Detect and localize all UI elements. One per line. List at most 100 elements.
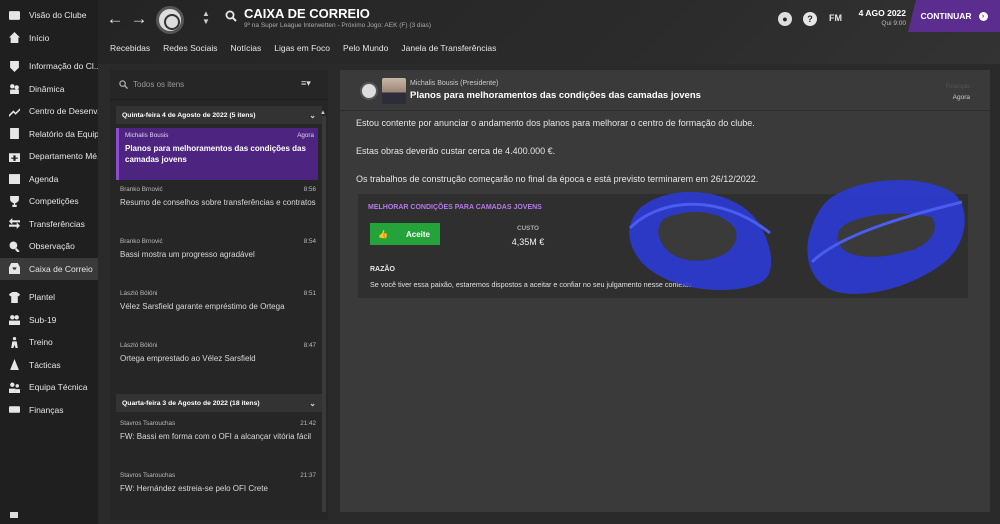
- date-group-header[interactable]: Quinta-feira 4 de Agosto de 2022 (5 iten…: [116, 106, 322, 124]
- sidebar-item-label: Início: [29, 32, 50, 43]
- tactics-icon: [8, 359, 20, 371]
- sidebar-item-u19[interactable]: Sub-19: [0, 309, 98, 332]
- sidebar-item-staff[interactable]: Equipa Técnica: [0, 376, 98, 399]
- message-paragraph: Estas obras deverão custar cerca de 4.40…: [356, 146, 556, 156]
- message-sender: Stavros Tsarouchas: [120, 420, 176, 427]
- card-title: MELHORAR CONDIÇÕES PARA CAMADAS JOVENS: [368, 204, 542, 211]
- message-time: 8:56: [303, 186, 316, 193]
- club-switch-chevron-icon[interactable]: ▲ ▼: [202, 10, 210, 26]
- page-title: CAIXA DE CORREIO: [244, 6, 370, 21]
- dynamics-icon: [8, 83, 20, 95]
- accept-button[interactable]: 👍 Aceite: [370, 223, 440, 245]
- end-date-column: DATA DE CONCLUSÃO 26/12/2022: [816, 225, 936, 247]
- list-item[interactable]: Branko Brnović 8:56 Resumo de conselhos …: [118, 182, 320, 234]
- end-date-value: 26/12/2022: [853, 237, 899, 247]
- club-badge-icon[interactable]: [156, 6, 184, 34]
- list-item[interactable]: Stavros Tsarouchas 21:42 FW: Bassi em fo…: [118, 416, 320, 468]
- message-subject-title: Planos para melhoramentos das condições …: [410, 90, 701, 101]
- inbox-search[interactable]: Todos os itens: [110, 70, 328, 100]
- sidebar-item-label: Relatório da Equipa: [29, 128, 98, 139]
- message-sender: Branko Brnović: [120, 238, 163, 245]
- thumbs-up-icon: 👍: [378, 229, 388, 239]
- sidebar-collapse-icon[interactable]: [10, 512, 18, 518]
- sidebar-item-club-overview[interactable]: Visão do Clube: [0, 4, 98, 27]
- list-item[interactable]: László Bölöni 8:51 Vélez Sarsfield garan…: [118, 286, 320, 338]
- club-info-icon: [8, 60, 20, 72]
- sidebar-item-development[interactable]: Centro de Desenv...: [0, 100, 98, 123]
- back-arrow-icon[interactable]: ←: [106, 10, 124, 28]
- sidebar-item-home[interactable]: Início: [0, 27, 98, 50]
- proposal-card: MELHORAR CONDIÇÕES PARA CAMADAS JOVENS 👍…: [358, 194, 968, 298]
- filter-menu-icon[interactable]: ≡▾: [301, 78, 311, 89]
- staff-icon: [8, 381, 20, 393]
- list-item[interactable]: László Bölöni 8:47 Ortega emprestado ao …: [118, 338, 320, 388]
- message-subject: Ortega emprestado ao Vélez Sarsfield: [120, 354, 256, 363]
- search-icon: [119, 80, 128, 89]
- message-subject: FW: Bassi em forma com o OFI a alcançar …: [120, 432, 312, 441]
- sidebar-item-medical[interactable]: Departamento Mé...: [0, 145, 98, 168]
- sidebar-item-club-info[interactable]: Informação do Cl...: [0, 55, 98, 78]
- tab-around-the-world[interactable]: Pelo Mundo: [343, 43, 388, 53]
- sidebar-item-dynamics[interactable]: Dinâmica: [0, 78, 98, 101]
- sidebar-item-transfers[interactable]: Transferências: [0, 213, 98, 236]
- continue-label: CONTINUAR: [920, 11, 972, 21]
- sidebar-item-label: Agenda: [29, 173, 59, 184]
- sidebar-item-inbox[interactable]: Caixa de Correio: [0, 257, 98, 280]
- sidebar-item-label: Dinâmica: [29, 83, 65, 94]
- tab-received[interactable]: Recebidas: [110, 43, 150, 53]
- date-group-header[interactable]: Quarta-feira 3 de Agosto de 2022 (18 ite…: [116, 394, 322, 412]
- sidebar-item-label: Treino: [29, 337, 53, 348]
- tab-leagues-in-focus[interactable]: Ligas em Foco: [274, 43, 330, 53]
- message-time: 8:51: [303, 290, 316, 297]
- message-sender: Stavros Tsarouchas: [120, 472, 176, 479]
- home-icon: [8, 32, 20, 44]
- tab-transfer-window[interactable]: Janela de Transferências: [401, 43, 496, 53]
- sender-avatar[interactable]: [382, 78, 406, 104]
- sidebar-item-tactics[interactable]: Tácticas: [0, 354, 98, 377]
- message-sender: Michalis Bousis: [125, 132, 169, 139]
- group-title: Quinta-feira 4 de Agosto de 2022 (5 iten…: [122, 111, 256, 119]
- training-icon: [8, 336, 20, 348]
- message-subject: Planos para melhoramentos das condições …: [125, 144, 306, 164]
- list-item[interactable]: Stavros Tsarouchas 21:37 FW: Hernández e…: [118, 468, 320, 508]
- list-item[interactable]: Branko Brnović 8:54 Bassi mostra um prog…: [118, 234, 320, 286]
- sidebar-item-label: Departamento Mé...: [29, 151, 98, 162]
- sidebar-item-label: Competições: [29, 196, 79, 207]
- page-subtitle: 9º na Super League Interwetten - Próximo…: [244, 22, 431, 29]
- tab-social-media[interactable]: Redes Sociais: [163, 43, 217, 53]
- search-icon[interactable]: [225, 10, 237, 22]
- sidebar-item-scouting[interactable]: Observação: [0, 235, 98, 258]
- sidebar-item-label: Sub-19: [29, 314, 57, 325]
- sidebar-item-training[interactable]: Treino: [0, 331, 98, 354]
- sidebar-item-finances[interactable]: Finanças: [0, 399, 98, 422]
- continue-button[interactable]: CONTINUAR ›: [908, 0, 1000, 32]
- cost-value: 4,35M €: [511, 237, 545, 247]
- message-category: Finanças: [945, 84, 970, 90]
- manager-icon[interactable]: ●: [778, 12, 792, 26]
- finances-icon: [8, 404, 20, 416]
- report-icon: [8, 128, 20, 140]
- message-header: Michalis Bousis (Presidente) Planos para…: [352, 78, 978, 108]
- forward-arrow-icon[interactable]: →: [130, 10, 148, 28]
- chevron-down-icon: ⌄: [309, 110, 316, 120]
- help-icon[interactable]: ?: [803, 12, 817, 26]
- scrollbar[interactable]: [322, 116, 326, 512]
- continue-arrow-icon: ›: [978, 11, 988, 21]
- reason-label: RAZÃO: [370, 266, 395, 273]
- transfers-icon: [8, 218, 20, 230]
- weekday-time-label: Qui 9:00: [881, 20, 906, 27]
- sidebar-item-calendar[interactable]: Agenda: [0, 168, 98, 191]
- accept-label: Aceite: [405, 229, 430, 239]
- sidebar-item-squad[interactable]: Plantel: [0, 286, 98, 309]
- tab-news[interactable]: Notícias: [231, 43, 262, 53]
- u19-icon: [8, 314, 20, 326]
- message-time: 8:54: [303, 238, 316, 245]
- fm-logo[interactable]: FM: [829, 13, 842, 23]
- list-item[interactable]: Michalis Bousis Agora Planos para melhor…: [116, 128, 318, 180]
- sidebar: Visão do Clube Início Informação do Cl..…: [0, 0, 98, 524]
- sidebar-item-competitions[interactable]: Competições: [0, 190, 98, 213]
- club-badge-icon: [360, 82, 378, 100]
- sidebar-item-team-report[interactable]: Relatório da Equipa: [0, 123, 98, 146]
- message-from[interactable]: Michalis Bousis (Presidente): [410, 80, 498, 87]
- tab-bar: Recebidas Redes Sociais Notícias Ligas e…: [110, 43, 496, 53]
